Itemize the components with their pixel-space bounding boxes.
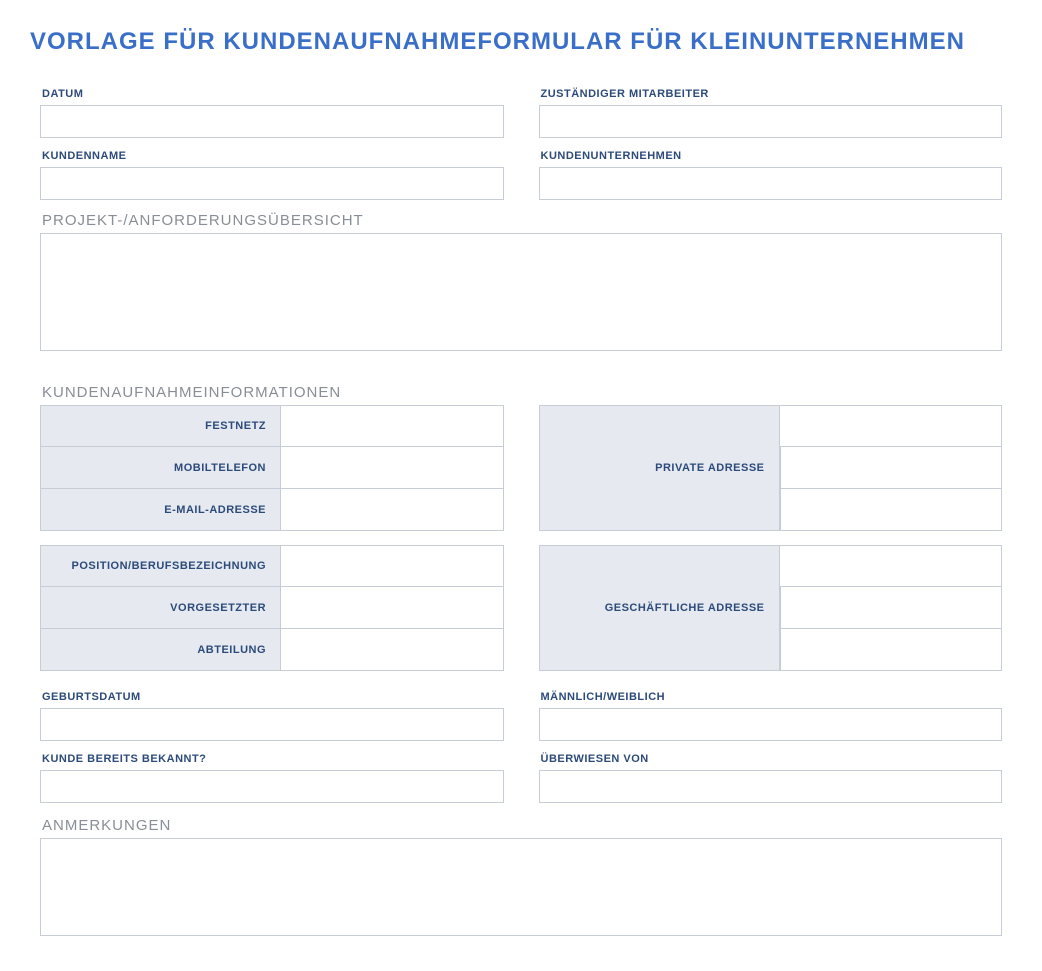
date-label: DATUM [40, 82, 504, 105]
client-company-label: KUNDENUNTERNEHMEN [539, 144, 1003, 167]
position-input[interactable] [281, 546, 502, 586]
date-input[interactable] [40, 105, 504, 138]
returning-input[interactable] [40, 770, 504, 803]
role-right-table: GESCHÄFTLICHE ADRESSE [539, 545, 1003, 671]
role-left-table: POSITION/BERUFSBEZEICHNUNG VORGESETZTER … [40, 545, 504, 671]
mobile-label: MOBILTELEFON [40, 447, 281, 489]
department-label: ABTEILUNG [40, 629, 281, 671]
notes-textarea[interactable] [40, 838, 1002, 936]
dob-input[interactable] [40, 708, 504, 741]
client-name-input[interactable] [40, 167, 504, 200]
overview-textarea[interactable] [40, 233, 1002, 351]
contact-right-table: PRIVATE ADRESSE [539, 405, 1003, 531]
home-address-label: PRIVATE ADRESSE [539, 405, 780, 531]
business-address-label: GESCHÄFTLICHE ADRESSE [539, 545, 780, 671]
contact-left-table: FESTNETZ MOBILTELEFON E-MAIL-ADRESSE [40, 405, 504, 531]
supervisor-input[interactable] [281, 587, 502, 628]
table-row: VORGESETZTER [40, 587, 504, 629]
row-returning-referred: KUNDE BEREITS BEKANNT? ÜBERWIESEN VON [40, 747, 1002, 803]
position-label: POSITION/BERUFSBEZEICHNUNG [40, 545, 281, 587]
form-wrap: DATUM ZUSTÄNDIGER MITARBEITER KUNDENNAME… [30, 82, 1012, 941]
page-title: VORLAGE FÜR KUNDENAUFNAHMEFORMULAR FÜR K… [30, 28, 1012, 56]
home-address-line2-input[interactable] [781, 447, 1001, 488]
referred-label: ÜBERWIESEN VON [539, 747, 1003, 770]
row-date-staff: DATUM ZUSTÄNDIGER MITARBEITER [40, 82, 1002, 138]
landline-input[interactable] [281, 406, 502, 446]
dob-label: GEBURTSDATUM [40, 685, 504, 708]
email-input[interactable] [281, 489, 502, 530]
supervisor-label: VORGESETZTER [40, 587, 281, 629]
business-address-line1-input[interactable] [780, 546, 1001, 586]
staff-input[interactable] [539, 105, 1003, 138]
overview-heading: PROJEKT-/ANFORDERUNGSÜBERSICHT [40, 206, 1002, 233]
home-address-line1-input[interactable] [780, 406, 1001, 446]
business-address-line2-input[interactable] [781, 587, 1001, 628]
table-row: PRIVATE ADRESSE [539, 405, 1003, 447]
mobile-input[interactable] [281, 447, 502, 488]
table-row: POSITION/BERUFSBEZEICHNUNG [40, 545, 504, 587]
table-row: GESCHÄFTLICHE ADRESSE [539, 545, 1003, 587]
gender-input[interactable] [539, 708, 1003, 741]
row-clientname-company: KUNDENNAME KUNDENUNTERNEHMEN [40, 144, 1002, 200]
client-company-input[interactable] [539, 167, 1003, 200]
gender-label: MÄNNLICH/WEIBLICH [539, 685, 1003, 708]
home-address-line3-input[interactable] [781, 489, 1001, 530]
intake-heading: KUNDENAUFNAHMEINFORMATIONEN [40, 378, 1002, 405]
table-row: ABTEILUNG [40, 629, 504, 671]
client-name-label: KUNDENNAME [40, 144, 504, 167]
intake-block-contact: FESTNETZ MOBILTELEFON E-MAIL-ADRESSE PRI… [40, 405, 1002, 531]
referred-input[interactable] [539, 770, 1003, 803]
department-input[interactable] [281, 629, 502, 670]
table-row: E-MAIL-ADRESSE [40, 489, 504, 531]
returning-label: KUNDE BEREITS BEKANNT? [40, 747, 504, 770]
email-label: E-MAIL-ADRESSE [40, 489, 281, 531]
staff-label: ZUSTÄNDIGER MITARBEITER [539, 82, 1003, 105]
table-row: FESTNETZ [40, 405, 504, 447]
landline-label: FESTNETZ [40, 405, 281, 447]
intake-block-role: POSITION/BERUFSBEZEICHNUNG VORGESETZTER … [40, 545, 1002, 671]
notes-heading: ANMERKUNGEN [40, 811, 1002, 838]
row-dob-gender: GEBURTSDATUM MÄNNLICH/WEIBLICH [40, 685, 1002, 741]
business-address-line3-input[interactable] [781, 629, 1001, 670]
table-row: MOBILTELEFON [40, 447, 504, 489]
